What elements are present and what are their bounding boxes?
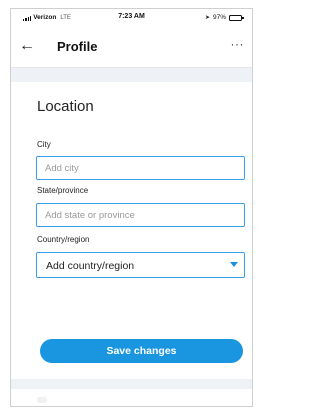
country-select[interactable]: Add country/region (36, 252, 245, 278)
section-divider-bottom (11, 379, 252, 389)
city-label: City (37, 140, 51, 149)
status-right: ➤ 97% (204, 14, 244, 21)
section-title: Location (37, 98, 94, 115)
country-select-value: Add country/region (46, 260, 135, 272)
state-input[interactable] (36, 203, 245, 227)
save-changes-button[interactable]: Save changes (40, 339, 243, 363)
back-arrow-icon[interactable]: ← (19, 38, 35, 54)
next-section-placeholder (37, 397, 47, 403)
phone-screen: Verizon LTE 7:23 AM ➤ 97% ← Profile ··· … (10, 8, 253, 407)
state-label: State/province (37, 186, 89, 195)
battery-percent: 97% (212, 14, 226, 21)
more-options-icon[interactable]: ··· (231, 37, 245, 51)
page-title: Profile (57, 39, 98, 54)
city-input[interactable] (36, 156, 245, 180)
section-divider-top (11, 68, 252, 82)
nav-bar: ← Profile ··· (11, 29, 252, 68)
chevron-down-icon (230, 262, 238, 267)
status-bar: Verizon LTE 7:23 AM ➤ 97% (11, 9, 252, 29)
battery-icon (229, 14, 244, 21)
country-label: Country/region (37, 235, 90, 244)
location-icon: ➤ (204, 15, 210, 21)
